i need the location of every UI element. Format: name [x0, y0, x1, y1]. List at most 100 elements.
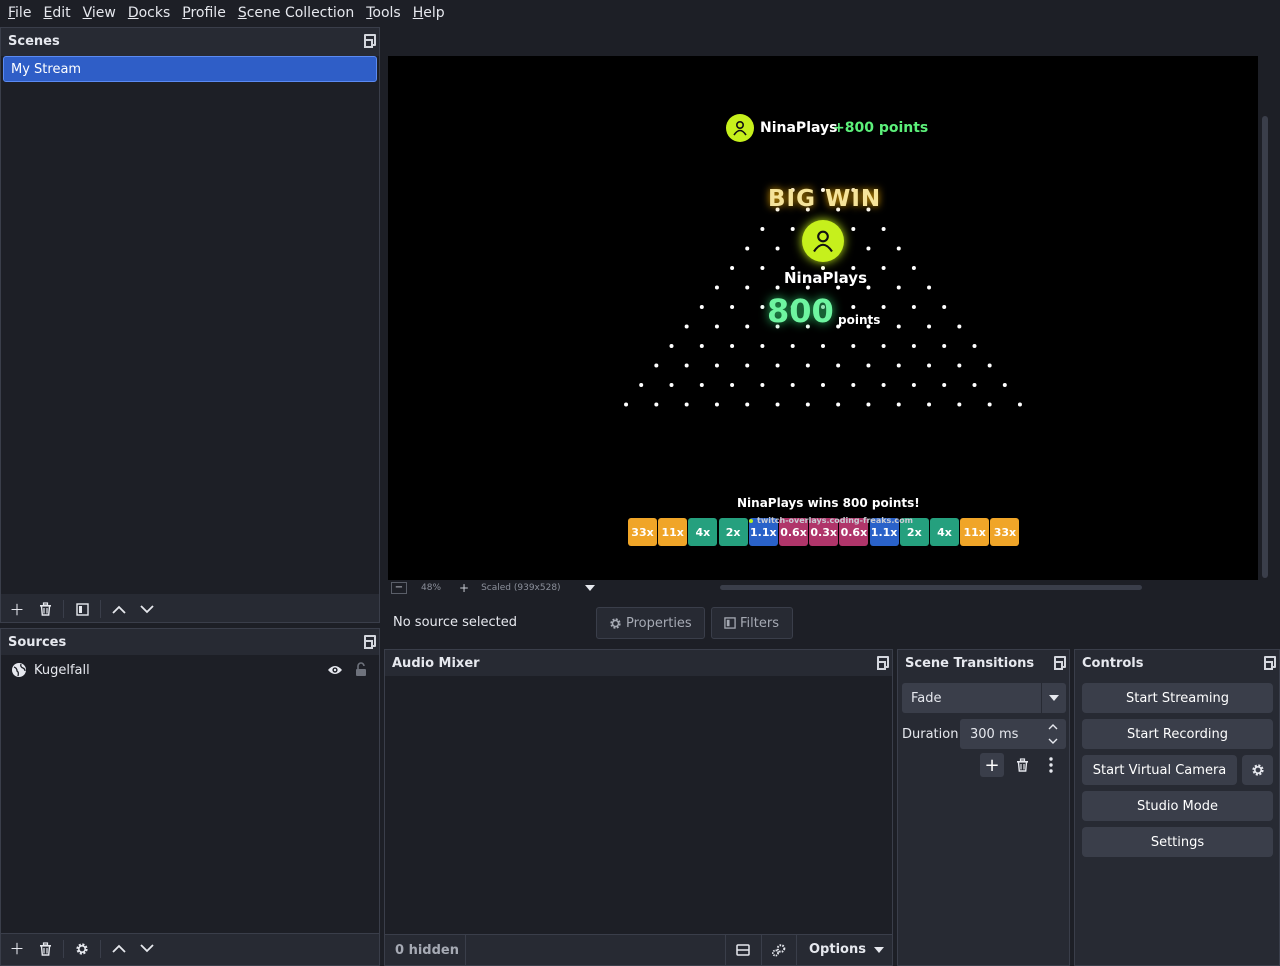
footer-divider: [725, 935, 726, 966]
chevron-down-icon[interactable]: [1048, 738, 1058, 744]
filters-button[interactable]: Filters: [711, 607, 793, 639]
menu-scene-collection[interactable]: Scene Collection: [234, 5, 358, 21]
peg: [911, 383, 916, 387]
chevron-up-icon[interactable]: [1048, 724, 1058, 730]
peg: [881, 383, 886, 387]
menu-docks[interactable]: Docks: [124, 5, 174, 21]
menu-edit[interactable]: Edit: [39, 5, 74, 21]
peg: [927, 285, 932, 290]
audio-mixer-title: Audio Mixer: [392, 655, 480, 671]
toolbar-divider: [100, 600, 101, 618]
undock-icon[interactable]: [1264, 656, 1276, 670]
peg: [957, 324, 962, 329]
gear-icon: [1251, 764, 1264, 776]
peg: [790, 344, 795, 348]
peg: [866, 363, 871, 368]
advanced-audio-icon[interactable]: [771, 944, 786, 957]
browser-source-icon: [12, 663, 26, 677]
properties-button[interactable]: Properties: [596, 607, 705, 639]
remove-scene-button[interactable]: [35, 599, 55, 619]
controls-title: Controls: [1082, 655, 1144, 671]
add-scene-button[interactable]: ＋: [7, 599, 27, 619]
peg: [805, 402, 810, 407]
move-source-down-button[interactable]: [137, 939, 157, 959]
peg: [714, 363, 719, 368]
start-virtual-camera-button[interactable]: Start Virtual Camera: [1082, 755, 1237, 785]
settings-button[interactable]: Settings: [1082, 827, 1273, 857]
peg: [699, 383, 704, 387]
trash-icon[interactable]: [1016, 758, 1029, 772]
peg: [896, 285, 901, 290]
win-amount: 800: [767, 292, 834, 330]
filter-icon: [75, 602, 89, 616]
audio-mixer-title-bar: Audio Mixer: [385, 650, 892, 676]
undock-icon[interactable]: [364, 635, 376, 649]
gear-icon: [76, 942, 88, 955]
peg: [866, 285, 871, 290]
peg: [639, 383, 644, 387]
context-status: No source selected: [393, 615, 517, 630]
peg: [730, 305, 735, 309]
source-properties-button[interactable]: [72, 939, 92, 959]
peg: [927, 402, 932, 407]
virtual-camera-settings-button[interactable]: [1242, 755, 1273, 785]
peg: [684, 324, 689, 329]
menu-view[interactable]: View: [79, 5, 120, 21]
chevron-up-icon: [112, 605, 126, 614]
caret-down-icon: [1049, 695, 1059, 701]
menu-file[interactable]: File: [4, 5, 35, 21]
live-dot-icon: [749, 518, 753, 523]
zoom-out-button[interactable]: −: [391, 581, 407, 594]
more-vertical-icon[interactable]: [1049, 757, 1053, 773]
scenes-title: Scenes: [8, 33, 60, 49]
studio-mode-button[interactable]: Studio Mode: [1082, 791, 1273, 821]
peg: [1002, 383, 1007, 387]
peg: [805, 363, 810, 368]
start-recording-button[interactable]: Start Recording: [1082, 719, 1273, 749]
add-source-button[interactable]: ＋: [7, 939, 27, 959]
peg: [881, 227, 886, 231]
multiplier-slot: 4x: [688, 518, 718, 546]
options-button[interactable]: Options: [809, 942, 884, 957]
move-scene-up-button[interactable]: [109, 599, 129, 619]
peg: [775, 285, 780, 290]
trash-icon: [39, 602, 51, 616]
multiplier-slot: 33x: [990, 518, 1020, 546]
preview-canvas[interactable]: NinaPlays +800 points BIG WIN NinaPlays …: [388, 56, 1258, 580]
sources-dock: Sources Kugelfall ＋: [0, 628, 380, 966]
lock-icon[interactable]: [355, 662, 367, 677]
audio-mixer-dock: Audio Mixer 0 hidden Options: [384, 649, 893, 966]
zoom-in-button[interactable]: +: [459, 581, 469, 595]
menu-help[interactable]: Help: [409, 5, 449, 21]
peg: [851, 344, 856, 348]
peg: [669, 344, 674, 348]
scene-filters-button[interactable]: [72, 599, 92, 619]
peg: [942, 383, 947, 387]
peg: [972, 383, 977, 387]
peg: [957, 363, 962, 368]
preview-horizontal-scrollbar[interactable]: [720, 585, 1142, 590]
move-source-up-button[interactable]: [109, 939, 129, 959]
preview-vertical-scrollbar[interactable]: [1262, 116, 1268, 578]
peg: [730, 266, 735, 270]
peg: [957, 402, 962, 407]
start-streaming-button[interactable]: Start Streaming: [1082, 683, 1273, 713]
menu-profile[interactable]: Profile: [178, 5, 230, 21]
remove-source-button[interactable]: [35, 939, 55, 959]
move-scene-down-button[interactable]: [137, 599, 157, 619]
undock-icon[interactable]: [1054, 656, 1066, 670]
scene-transitions-dock: Scene Transitions Fade Duration 300 ms +: [897, 649, 1070, 966]
source-item[interactable]: Kugelfall: [1, 655, 379, 685]
eye-icon[interactable]: [327, 664, 343, 676]
transition-select[interactable]: Fade: [902, 683, 1066, 713]
menu-tools[interactable]: Tools: [362, 5, 405, 21]
duration-spinbox[interactable]: 300 ms: [960, 719, 1066, 749]
scene-item[interactable]: My Stream: [3, 56, 377, 82]
add-transition-button[interactable]: +: [980, 753, 1004, 777]
layout-toggle-icon[interactable]: [736, 944, 750, 956]
undock-icon[interactable]: [877, 656, 889, 670]
scale-dropdown-icon[interactable]: [584, 584, 595, 591]
footer-url: twitch-overlays.coding-freaks.com: [757, 516, 913, 525]
chevron-down-icon: [140, 944, 154, 953]
undock-icon[interactable]: [364, 34, 376, 48]
